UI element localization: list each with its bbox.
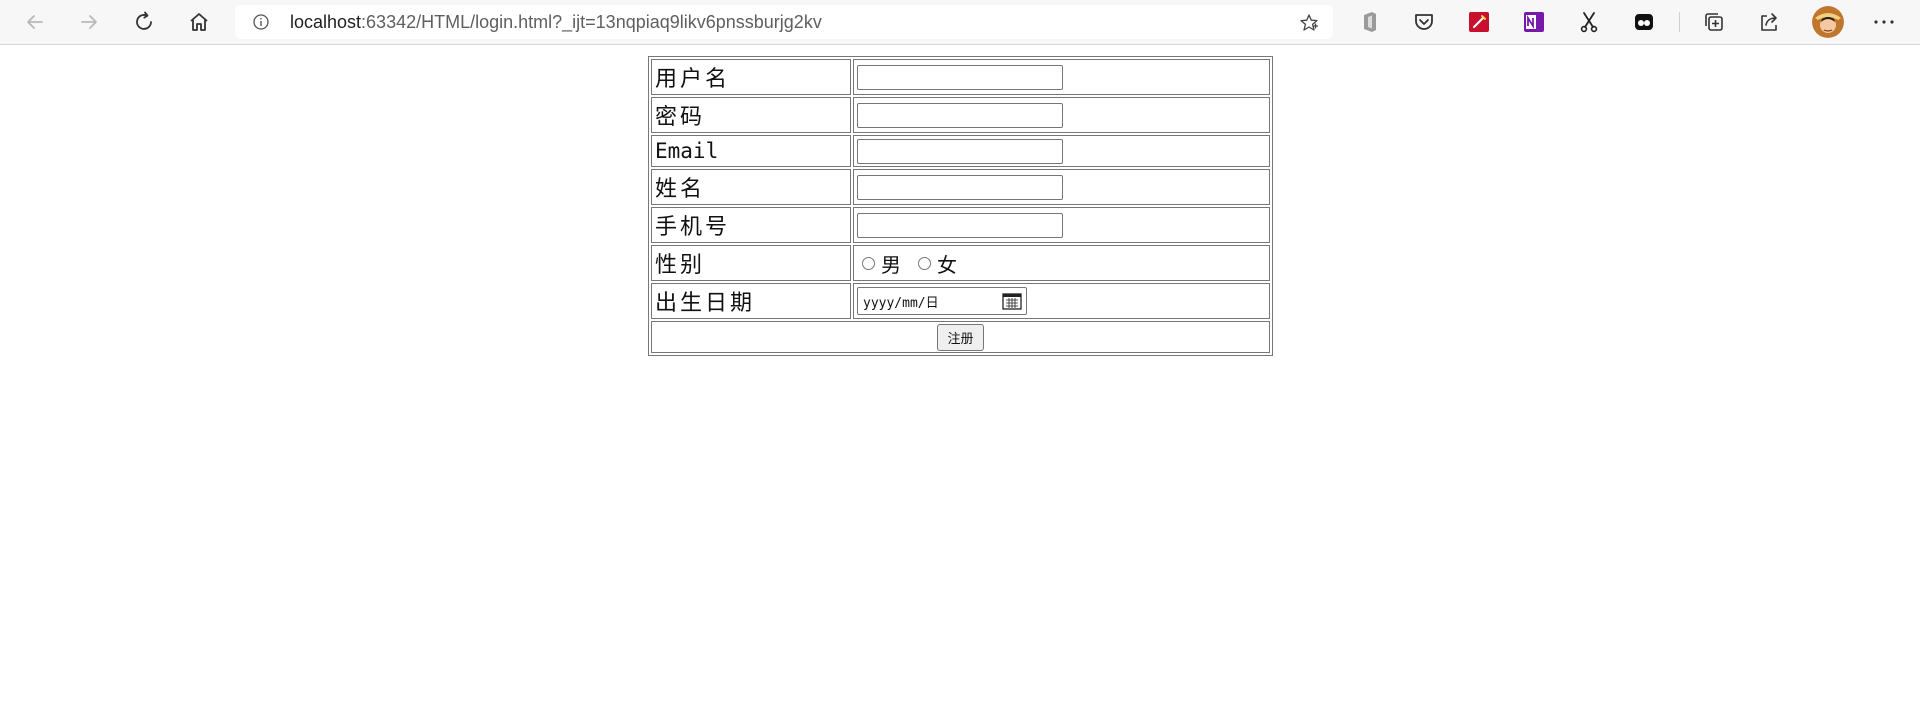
onenote-icon <box>1524 12 1544 32</box>
name-input[interactable] <box>857 174 1063 200</box>
username-input[interactable] <box>857 64 1063 90</box>
pocket-icon <box>1415 14 1433 30</box>
date-placeholder: yyyy/mm/日 <box>863 295 939 311</box>
password-input[interactable] <box>857 102 1063 128</box>
url-text[interactable]: localhost:63342/HTML/login.html?_ijt=13n… <box>290 13 822 31</box>
refresh-icon <box>136 11 152 30</box>
star-icon[interactable] <box>1299 13 1319 33</box>
phone-label: 手机号 <box>651 207 851 243</box>
calendar-icon[interactable] <box>1002 292 1022 310</box>
phone-row: 手机号 <box>651 207 1270 243</box>
pdf-tool-extension-button[interactable] <box>1465 8 1493 36</box>
name-label: 姓名 <box>651 169 851 205</box>
toolbar-separator <box>1679 12 1680 32</box>
scissors-icon <box>1580 12 1598 33</box>
gender-female-radio[interactable] <box>918 256 931 270</box>
gender-options-cell: 男 女 <box>853 245 1270 281</box>
name-row: 姓名 <box>651 169 1270 205</box>
profile-avatar-icon <box>1812 6 1844 38</box>
arrow-left-icon <box>27 15 43 29</box>
url-host: localhost <box>290 12 362 32</box>
arrow-right-icon <box>81 15 97 29</box>
game-icon <box>1635 14 1653 30</box>
share-button[interactable] <box>1755 8 1783 36</box>
forward-button[interactable] <box>73 6 105 38</box>
home-button[interactable] <box>183 6 215 38</box>
birthdate-label: 出生日期 <box>651 283 851 319</box>
password-input-cell <box>853 97 1270 133</box>
gender-radio-group: 男 女 <box>857 249 1266 278</box>
more-icon <box>1874 20 1894 24</box>
name-input-cell <box>853 169 1270 205</box>
birthdate-input[interactable]: yyyy/mm/日 <box>857 287 1027 315</box>
register-button[interactable]: 注册 <box>937 323 984 351</box>
gender-male-radio[interactable] <box>862 256 875 270</box>
phone-input-cell <box>853 207 1270 243</box>
pocket-extension-button[interactable] <box>1410 8 1438 36</box>
password-label: 密码 <box>651 97 851 133</box>
collections-icon <box>1705 13 1723 31</box>
registration-table: 用户名 密码 Email 姓名 手机号 性别 男 女 出生日期 yyyy/mm/… <box>648 56 1273 356</box>
birthdate-input-cell: yyyy/mm/日 <box>853 283 1270 319</box>
office-extension-button[interactable] <box>1356 8 1384 36</box>
home-icon <box>190 13 208 31</box>
gender-male-label[interactable]: 男 <box>881 249 901 278</box>
scissors-extension-button[interactable] <box>1575 8 1603 36</box>
email-input[interactable] <box>857 138 1063 164</box>
username-input-cell <box>853 59 1270 95</box>
gender-label: 性别 <box>651 245 851 281</box>
game-extension-button[interactable] <box>1630 8 1658 36</box>
more-menu-button[interactable] <box>1870 8 1898 36</box>
onenote-extension-button[interactable] <box>1520 8 1548 36</box>
email-row: Email <box>651 135 1270 167</box>
gender-row: 性别 男 女 <box>651 245 1270 281</box>
back-button[interactable] <box>19 6 51 38</box>
username-label: 用户名 <box>651 59 851 95</box>
gender-female-label[interactable]: 女 <box>937 249 957 278</box>
username-row: 用户名 <box>651 59 1270 95</box>
share-icon <box>1761 13 1777 31</box>
office-icon <box>1364 12 1376 32</box>
pdf-tool-icon <box>1469 12 1489 32</box>
submit-row: 注册 <box>651 321 1270 353</box>
password-row: 密码 <box>651 97 1270 133</box>
info-icon[interactable] <box>253 14 269 30</box>
email-input-cell <box>853 135 1270 167</box>
refresh-button[interactable] <box>128 6 160 38</box>
collections-button[interactable] <box>1700 8 1728 36</box>
email-label: Email <box>651 135 851 167</box>
submit-cell: 注册 <box>651 321 1270 353</box>
phone-input[interactable] <box>857 212 1063 238</box>
birthdate-row: 出生日期 yyyy/mm/日 <box>651 283 1270 319</box>
browser-toolbar: localhost:63342/HTML/login.html?_ijt=13n… <box>0 0 1920 45</box>
avatar[interactable] <box>1812 6 1844 38</box>
address-bar[interactable]: localhost:63342/HTML/login.html?_ijt=13n… <box>235 5 1333 39</box>
url-path: :63342/HTML/login.html?_ijt=13nqpiaq9lik… <box>361 12 822 32</box>
